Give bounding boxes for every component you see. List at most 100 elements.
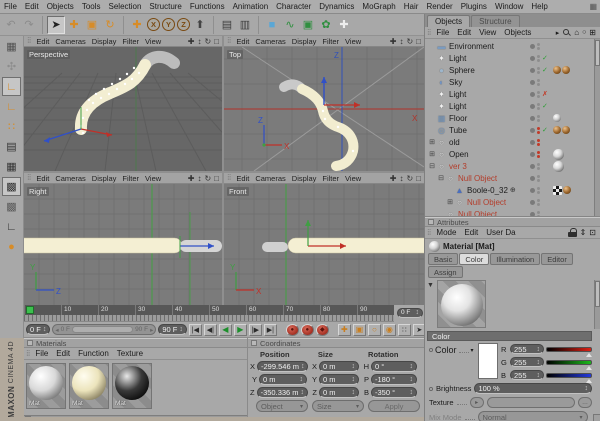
- menu-functions[interactable]: Functions: [186, 2, 229, 11]
- objects-menu-view[interactable]: View: [475, 28, 500, 37]
- next-key-button[interactable]: |▶: [249, 324, 262, 336]
- tab-assign[interactable]: Assign: [428, 266, 463, 278]
- visibility-dot[interactable]: [530, 140, 535, 145]
- visibility-dot[interactable]: [530, 176, 535, 181]
- render-dots[interactable]: [537, 139, 540, 146]
- zoom-icon[interactable]: ↕: [399, 174, 403, 183]
- prev-key-button[interactable]: ◀|: [204, 324, 217, 336]
- objects-menu-file[interactable]: File: [432, 28, 453, 37]
- object-label[interactable]: Sky: [447, 78, 462, 87]
- coordinate-system-toggle[interactable]: ⬆: [191, 16, 209, 34]
- menu-help[interactable]: Help: [527, 2, 551, 11]
- live-selection-tool[interactable]: ➤: [47, 16, 65, 34]
- tree-item[interactable]: ◐Sky: [425, 76, 592, 88]
- scrollbar-thumb[interactable]: [595, 281, 600, 307]
- materials-menu-function[interactable]: Function: [74, 349, 113, 358]
- maximize-icon[interactable]: □: [214, 174, 219, 183]
- panel-handle-icon[interactable]: ⣿: [427, 230, 431, 236]
- attributes-menu-edit[interactable]: Edit: [460, 228, 482, 237]
- render-dots[interactable]: [537, 187, 540, 194]
- stepper-icon[interactable]: ↕: [350, 363, 356, 370]
- workplane-mode-button[interactable]: ∟: [2, 217, 21, 236]
- panel-handle-icon[interactable]: ⣿: [26, 351, 30, 357]
- render-dots[interactable]: [537, 43, 540, 50]
- tree-item[interactable]: ▲Boole-0_32⊕: [425, 184, 592, 196]
- tree-item[interactable]: ⊟○Null Object: [425, 172, 592, 184]
- tree-item[interactable]: ◎Tube✓: [425, 124, 592, 136]
- brown-tag[interactable]: [562, 66, 570, 74]
- stepper-icon[interactable]: ↕: [408, 389, 414, 396]
- tree-item[interactable]: ▦Floor: [425, 112, 592, 124]
- pan-icon[interactable]: ✚: [390, 174, 397, 183]
- rotate-icon[interactable]: ↻: [406, 174, 413, 183]
- render-dots[interactable]: [537, 199, 540, 206]
- slider-handle[interactable]: [586, 379, 592, 383]
- menu-dynamics[interactable]: Dynamics: [315, 2, 358, 11]
- home-icon[interactable]: ⌂: [574, 28, 579, 37]
- viewport-menu-filter[interactable]: Filter: [322, 174, 339, 183]
- add-modifier-button[interactable]: ✿: [317, 16, 335, 34]
- viewport-menu-view[interactable]: View: [145, 37, 161, 46]
- tree-item[interactable]: ●Sphere✓: [425, 64, 592, 76]
- menu-render[interactable]: Render: [422, 2, 456, 11]
- viewport-menu-edit[interactable]: Edit: [236, 37, 249, 46]
- menu-edit[interactable]: Edit: [21, 2, 43, 11]
- menu-window[interactable]: Window: [491, 2, 527, 11]
- key-scale-toggle[interactable]: ▣: [353, 324, 366, 336]
- points-mode-button[interactable]: ∷: [2, 117, 21, 136]
- rotate-icon[interactable]: ↻: [204, 174, 211, 183]
- materials-panel-title[interactable]: Materials: [24, 338, 247, 348]
- rotate-icon[interactable]: ↻: [406, 37, 413, 46]
- render-dots[interactable]: [537, 79, 540, 86]
- edges-mode-button[interactable]: ▤: [2, 137, 21, 156]
- viewport-menu-display[interactable]: Display: [292, 174, 317, 183]
- object-label[interactable]: Floor: [447, 114, 467, 123]
- panel-options-icon[interactable]: ⊡: [589, 228, 596, 237]
- object-label[interactable]: Null Object: [456, 174, 497, 183]
- coord-field[interactable]: 0 m↕: [319, 374, 359, 385]
- attributes-menu-mode[interactable]: Mode: [432, 228, 460, 237]
- timeline-tickstrip[interactable]: [24, 315, 394, 322]
- add-primitive-button[interactable]: ■: [263, 16, 281, 34]
- tree-item[interactable]: ⊞○Open: [425, 148, 592, 160]
- move-tool[interactable]: ✚: [65, 16, 83, 34]
- materials-menu-edit[interactable]: Edit: [52, 349, 74, 358]
- add-panel-icon[interactable]: ⊞: [589, 28, 596, 37]
- expander-icon[interactable]: ⊟: [428, 162, 436, 170]
- attributes-menu-user-da[interactable]: User Da: [482, 228, 519, 237]
- visibility-dot[interactable]: [530, 92, 535, 97]
- menu-animation[interactable]: Animation: [229, 2, 273, 11]
- zoom-icon[interactable]: ↕: [197, 174, 201, 183]
- key-position-toggle[interactable]: ✚: [338, 324, 351, 336]
- rotate-icon[interactable]: ↻: [204, 37, 211, 46]
- checker-tag[interactable]: [553, 186, 562, 195]
- expander-icon[interactable]: ⊞: [446, 198, 454, 206]
- graysphere-tag[interactable]: [553, 114, 561, 122]
- expand-layout-button[interactable]: ✚: [335, 16, 353, 34]
- lock-icon[interactable]: [568, 228, 577, 238]
- object-label[interactable]: Null Object: [456, 210, 497, 218]
- search-icon[interactable]: [562, 28, 571, 37]
- rotate-tool[interactable]: ↻: [101, 16, 119, 34]
- stepper-icon[interactable]: ↕: [41, 326, 47, 333]
- viewport-menu-display[interactable]: Display: [292, 37, 317, 46]
- menu-tools[interactable]: Tools: [78, 2, 105, 11]
- eye-icon[interactable]: ○: [582, 29, 586, 36]
- tab-editor[interactable]: Editor: [541, 253, 573, 265]
- object-axis-mode-button[interactable]: ∟: [2, 97, 21, 116]
- maximize-icon[interactable]: □: [214, 37, 219, 46]
- viewport-menu-edit[interactable]: Edit: [36, 174, 49, 183]
- panel-handle-icon[interactable]: ⣿: [27, 38, 31, 44]
- visibility-dot[interactable]: [530, 128, 535, 133]
- coordinates-panel-title[interactable]: Coordinates: [248, 338, 424, 348]
- visibility-dot[interactable]: [530, 164, 535, 169]
- play-forward-button[interactable]: ▶: [234, 324, 247, 336]
- render-dots[interactable]: [537, 151, 540, 158]
- channel-slider[interactable]: [546, 360, 592, 365]
- visibility-dot[interactable]: [530, 152, 535, 157]
- tab-structure[interactable]: Structure: [471, 15, 519, 27]
- tree-item[interactable]: ○Null Object: [425, 208, 592, 217]
- viewport-menu-cameras[interactable]: Cameras: [255, 37, 285, 46]
- tree-item[interactable]: ⊟○ver 3: [425, 160, 592, 172]
- color-swatch[interactable]: [478, 343, 498, 379]
